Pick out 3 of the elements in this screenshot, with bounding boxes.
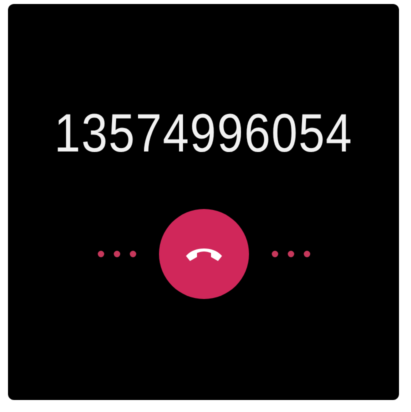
caller-number: 13574996054	[54, 103, 353, 163]
dots-icon	[270, 250, 310, 258]
dots-icon	[96, 250, 136, 258]
